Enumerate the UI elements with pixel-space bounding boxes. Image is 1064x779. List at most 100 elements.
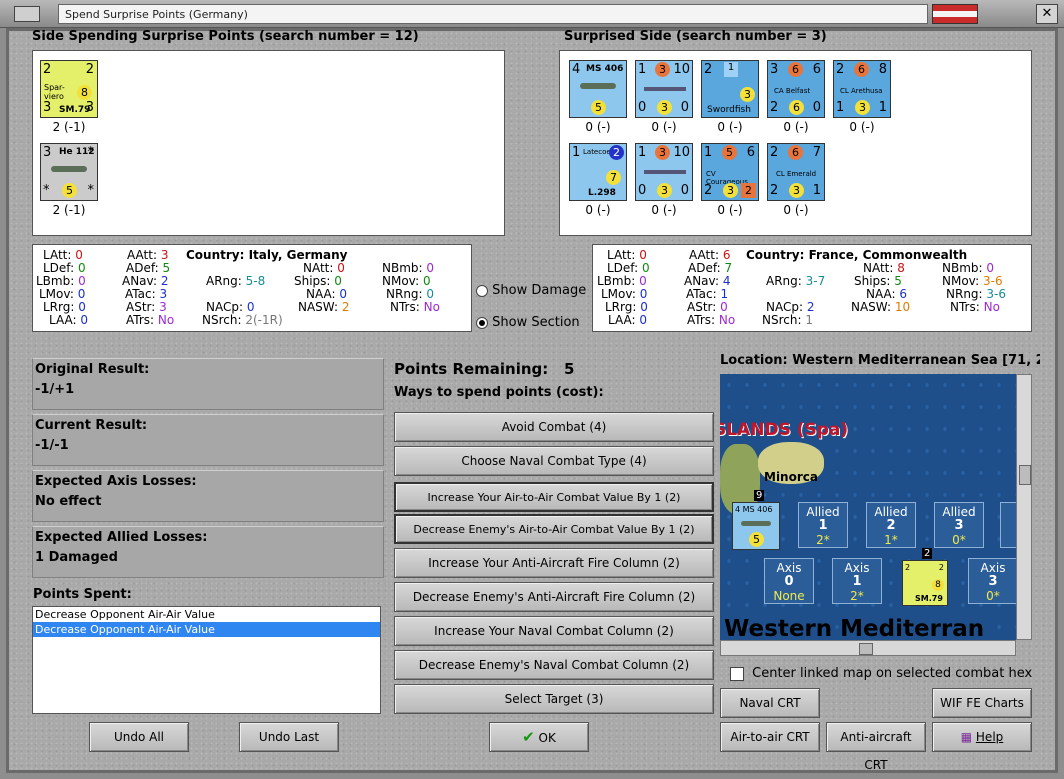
help-book-icon: ▦ — [960, 730, 973, 744]
select-target-button[interactable]: Select Target (3) — [394, 684, 714, 714]
air-to-air-crt-button[interactable]: Air-to-air CRT — [720, 722, 820, 752]
map-unit-counter[interactable]: 22 8 SM.79 — [902, 560, 948, 606]
scrollbar-thumb[interactable] — [859, 643, 873, 655]
axis-losses-box: Expected Axis Losses: No effect — [32, 470, 384, 522]
allied-box-partial[interactable] — [1000, 502, 1016, 548]
plane-icon — [580, 83, 616, 89]
spending-side-heading: Side Spending Surprise Points (search nu… — [32, 29, 419, 44]
points-spent-list[interactable]: Decrease Opponent Air-Air Value Decrease… — [32, 606, 381, 714]
spending-units-panel: 22 Spar-viero 8 33 SM.79 2 (-1) 3 * He 11… — [32, 50, 505, 236]
unit-counter-he112[interactable]: 3 * He 112 * * 5 — [40, 143, 98, 201]
minorca-label: Minorca — [764, 470, 818, 484]
current-result-box: Current Result: -1/-1 — [32, 414, 384, 466]
unit-label: 0 (-) — [783, 203, 809, 217]
help-button[interactable]: ▦ Help — [932, 722, 1032, 752]
ok-button[interactable]: ✔ OK — [489, 722, 589, 752]
decrease-enemy-anti-aircraft-button[interactable]: Decrease Enemy's Anti-Aircraft Fire Colu… — [394, 582, 714, 612]
stats-panel-left: LAtt: 0 LDef: 0 LBmb: 0 LMov: 0 LRrg: 0 … — [32, 244, 472, 332]
decrease-enemy-naval-combat-button[interactable]: Decrease Enemy's Naval Combat Column (2) — [394, 650, 714, 680]
unit-label: 0 (-) — [651, 203, 677, 217]
germany-flag-icon — [932, 4, 978, 24]
checkmark-icon: ✔ — [522, 728, 535, 746]
points-remaining-value: 5 — [563, 360, 575, 378]
undo-last-button[interactable]: Undo Last — [239, 722, 339, 752]
stats-panel-right: LAtt: 0 LDef: 0 LBmb: 0 LMov: 0 LRrg: 0 … — [592, 244, 1032, 332]
unit-label: 0 (-) — [849, 120, 875, 134]
country-label: Country: Italy, Germany — [186, 248, 348, 262]
list-item-selected[interactable]: Decrease Opponent Air-Air Value — [33, 622, 380, 637]
current-result-value: -1/-1 — [35, 438, 69, 453]
window-title: Spend Surprise Points (Germany) — [58, 4, 928, 24]
naval-crt-button[interactable]: Naval CRT — [720, 688, 820, 718]
allied-losses-value: 1 Damaged — [35, 550, 118, 565]
scrollbar-thumb[interactable] — [1019, 465, 1031, 485]
center-map-checkbox[interactable] — [730, 666, 744, 681]
axis-box-3[interactable]: Axis 3 0* — [968, 558, 1016, 604]
ship-icon — [644, 87, 686, 91]
decrease-enemy-air-to-air-button[interactable]: Decrease Enemy's Air-to-Air Combat Value… — [394, 514, 714, 544]
show-damage-option[interactable]: Show Damage — [476, 283, 586, 298]
allied-box-2[interactable]: Allied 2 1* — [866, 502, 916, 548]
avoid-combat-button[interactable]: Avoid Combat (4) — [394, 412, 714, 442]
map-vertical-scrollbar[interactable] — [1016, 374, 1032, 640]
axis-box-1[interactable]: Axis 1 2* — [832, 558, 882, 604]
show-section-radio[interactable] — [476, 316, 488, 329]
surprised-side-heading: Surprised Side (search number = 3) — [564, 29, 827, 44]
stack-count: 9 — [754, 490, 765, 501]
axis-losses-value: No effect — [35, 494, 102, 509]
unit-name: He 112 — [59, 147, 95, 157]
list-item[interactable]: Decrease Opponent Air-Air Value — [33, 607, 380, 622]
map-horizontal-scrollbar[interactable] — [720, 640, 1016, 656]
surprised-units-panel: 4 MS 406 5 0 (-) 1 3 10 030 0 (-) 21 3 Swo… — [559, 50, 1032, 236]
linked-map[interactable]: SLANDS (Spa) Minorca 9 4 MS 406 5 Allied… — [720, 374, 1016, 640]
stack-count: 2 — [922, 548, 933, 559]
center-map-option[interactable]: Center linked map on selected combat hex — [730, 666, 1032, 681]
plane-icon — [51, 166, 87, 172]
original-result-value: -1/+1 — [35, 382, 75, 397]
allied-losses-box: Expected Allied Losses: 1 Damaged — [32, 526, 384, 578]
unit-label: 0 (-) — [585, 203, 611, 217]
unit-label: 0 (-) — [783, 120, 809, 134]
original-result-box: Original Result: -1/+1 — [32, 358, 384, 410]
unit-counter-ship[interactable]: 1 3 10 030 — [635, 60, 693, 118]
country-label: Country: France, Commonwealth — [746, 248, 968, 262]
close-icon[interactable]: ✕ — [1036, 4, 1058, 24]
unit-counter-latecoere[interactable]: 1 Latecoere 2 7 L.298 — [569, 143, 627, 201]
unit-counter-ca-belfast[interactable]: 366 CA Belfast 260 — [767, 60, 825, 118]
undo-all-button[interactable]: Undo All — [89, 722, 189, 752]
increase-naval-combat-button[interactable]: Increase Your Naval Combat Column (2) — [394, 616, 714, 646]
unit-label: 0 (-) — [651, 120, 677, 134]
unit-counter-ms406[interactable]: 4 MS 406 5 — [569, 60, 627, 118]
increase-anti-aircraft-button[interactable]: Increase Your Anti-Aircraft Fire Column … — [394, 548, 714, 578]
map-unit-counter[interactable]: 4 MS 406 5 — [732, 502, 780, 550]
show-section-option[interactable]: Show Section — [476, 315, 580, 330]
unit-counter-swordfish[interactable]: 21 3 Swordfish — [701, 60, 759, 118]
unit-counter-cv-courageous[interactable]: 156 CV Courageous 232 — [701, 143, 759, 201]
wif-fe-charts-button[interactable]: WIF FE Charts — [932, 688, 1032, 718]
islands-label: SLANDS (Spa) — [720, 420, 849, 440]
unit-label: 2 (-1) — [52, 203, 86, 217]
unit-name: SM.79 — [59, 105, 91, 115]
unit-counter-ship[interactable]: 1 3 10 030 — [635, 143, 693, 201]
unit-label: 0 (-) — [585, 120, 611, 134]
location-label: Location: Western Mediterranean Sea [71,… — [720, 353, 1040, 368]
unit-label: 0 (-) — [717, 120, 743, 134]
axis-box-0[interactable]: Axis 0 None — [764, 558, 814, 604]
unit-label: 2 (-1) — [52, 120, 86, 134]
ways-to-spend-label: Ways to spend points (cost): — [394, 385, 604, 400]
allied-box-3[interactable]: Allied 3 0* — [934, 502, 984, 548]
points-remaining-label: Points Remaining: 5 — [394, 360, 575, 378]
increase-air-to-air-button[interactable]: Increase Your Air-to-Air Combat Value By… — [394, 482, 714, 512]
unit-counter-sm79[interactable]: 22 Spar-viero 8 33 SM.79 — [40, 60, 98, 118]
allied-box-1[interactable]: Allied 1 2* — [798, 502, 848, 548]
unit-counter-cl-arethusa[interactable]: 268 CL Arethusa 131 — [833, 60, 891, 118]
anti-aircraft-crt-button[interactable]: Anti-aircraft CRT — [826, 722, 926, 772]
sea-label: Western Mediterran — [724, 616, 985, 640]
choose-naval-combat-type-button[interactable]: Choose Naval Combat Type (4) — [394, 446, 714, 476]
unit-counter-cl-emerald[interactable]: 267 CL Emerald 231 — [767, 143, 825, 201]
points-spent-label: Points Spent: — [33, 587, 132, 602]
show-damage-radio[interactable] — [476, 284, 488, 297]
system-menu-icon[interactable] — [14, 6, 40, 22]
unit-label: 0 (-) — [717, 203, 743, 217]
ship-icon — [644, 170, 686, 174]
